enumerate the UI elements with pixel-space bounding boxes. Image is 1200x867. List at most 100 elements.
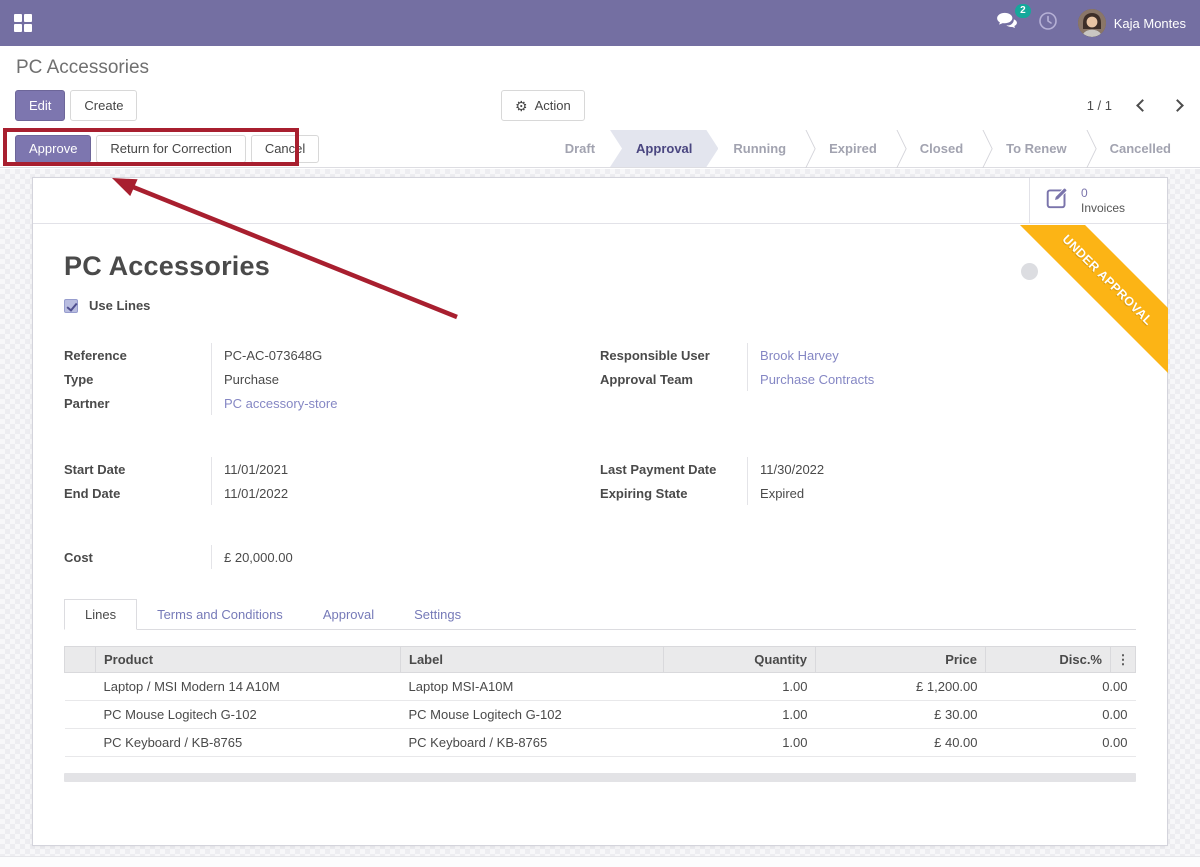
- field-label: End Date: [64, 481, 211, 505]
- field-label: Responsible User: [600, 343, 747, 367]
- cancel-button[interactable]: Cancel: [251, 135, 319, 163]
- use-lines-label: Use Lines: [89, 298, 150, 313]
- status-step-closed[interactable]: Closed: [905, 130, 978, 167]
- cell-price: £ 30.00: [816, 701, 986, 729]
- field-label: Expiring State: [600, 481, 747, 505]
- responsible-user-link[interactable]: Brook Harvey: [747, 343, 1136, 367]
- cell-price: £ 40.00: [816, 729, 986, 757]
- field-end-date: End Date 11/01/2022: [64, 481, 568, 505]
- cell-quantity: 1.00: [664, 701, 816, 729]
- row-handle: [65, 701, 96, 729]
- column-header-product[interactable]: Product: [96, 647, 401, 673]
- status-step-to-renew[interactable]: To Renew: [991, 130, 1081, 167]
- row-handle-header: [65, 647, 96, 673]
- field-label: Approval Team: [600, 367, 747, 391]
- field-group-right: Responsible User Brook Harvey Approval T…: [600, 343, 1136, 415]
- cell-price: £ 1,200.00: [816, 673, 986, 701]
- column-header-disc[interactable]: Disc.%: [986, 647, 1111, 673]
- chat-bubbles-icon: [996, 17, 1018, 34]
- cell-product: PC Keyboard / KB-8765: [96, 729, 401, 757]
- table-header-row: Product Label Quantity Price Disc.% ⋮: [65, 647, 1136, 673]
- row-handle: [65, 729, 96, 757]
- invoices-label: Invoices: [1081, 201, 1125, 216]
- cell-label: PC Mouse Logitech G-102: [401, 701, 664, 729]
- return-for-correction-button[interactable]: Return for Correction: [96, 135, 245, 163]
- cell-disc: 0.00: [986, 701, 1136, 729]
- page-background: 0 Invoices UNDER APPROVAL PC Accessories…: [0, 169, 1200, 867]
- gear-icon: ⚙: [515, 99, 528, 113]
- table-row[interactable]: PC Keyboard / KB-8765 PC Keyboard / KB-8…: [65, 729, 1136, 757]
- cell-disc: 0.00: [986, 729, 1136, 757]
- cell-product: PC Mouse Logitech G-102: [96, 701, 401, 729]
- cell-label: Laptop MSI-A10M: [401, 673, 664, 701]
- tab-approval[interactable]: Approval: [303, 599, 394, 629]
- field-value: 11/01/2021: [211, 457, 568, 481]
- create-button[interactable]: Create: [70, 90, 137, 121]
- field-value: 11/01/2022: [211, 481, 568, 505]
- topbar: 2 Kaja Montes: [0, 0, 1200, 46]
- column-header-label[interactable]: Label: [401, 647, 664, 673]
- field-cost: Cost £ 20,000.00: [64, 545, 569, 569]
- table-row[interactable]: PC Mouse Logitech G-102 PC Mouse Logitec…: [65, 701, 1136, 729]
- column-header-quantity[interactable]: Quantity: [664, 647, 816, 673]
- field-group-dates-right: Last Payment Date 11/30/2022 Expiring St…: [600, 457, 1136, 505]
- status-step-cancelled[interactable]: Cancelled: [1095, 130, 1186, 167]
- activities-menu[interactable]: [1038, 11, 1058, 36]
- field-last-payment-date: Last Payment Date 11/30/2022: [600, 457, 1136, 481]
- edit-button[interactable]: Edit: [15, 90, 65, 121]
- user-menu[interactable]: Kaja Montes: [1078, 9, 1186, 37]
- field-label: Start Date: [64, 457, 211, 481]
- field-reference: Reference PC-AC-073648G: [64, 343, 568, 367]
- messages-menu[interactable]: 2: [996, 12, 1018, 35]
- status-step-draft[interactable]: Draft: [550, 130, 610, 167]
- clock-icon: [1038, 11, 1058, 36]
- notebook-tabs: Lines Terms and Conditions Approval Sett…: [64, 599, 1136, 630]
- row-handle: [65, 673, 96, 701]
- cell-product: Laptop / MSI Modern 14 A10M: [96, 673, 401, 701]
- field-label: Cost: [64, 545, 211, 569]
- field-value: 11/30/2022: [747, 457, 1136, 481]
- field-label: Reference: [64, 343, 211, 367]
- partner-link[interactable]: PC accessory-store: [211, 391, 568, 415]
- invoices-smart-button[interactable]: 0 Invoices: [1029, 178, 1167, 223]
- step-separator-icon: [801, 130, 814, 167]
- form-sheet: 0 Invoices UNDER APPROVAL PC Accessories…: [32, 177, 1168, 846]
- record-title: PC Accessories: [64, 251, 1136, 282]
- edit-document-icon: [1045, 185, 1071, 216]
- field-group-cost: Cost £ 20,000.00: [64, 545, 569, 569]
- statusbar: Approve Return for Correction Cancel Dra…: [0, 130, 1200, 168]
- messages-badge: 2: [1015, 4, 1031, 18]
- chatter-top-edge: [0, 856, 1200, 867]
- cell-label: PC Keyboard / KB-8765: [401, 729, 664, 757]
- pager-next-icon[interactable]: [1171, 99, 1184, 112]
- pager-previous-icon[interactable]: [1136, 99, 1149, 112]
- column-header-price[interactable]: Price: [816, 647, 986, 673]
- table-row[interactable]: Laptop / MSI Modern 14 A10M Laptop MSI-A…: [65, 673, 1136, 701]
- field-value: PC-AC-073648G: [211, 343, 568, 367]
- table-scrollbar-strip[interactable]: [64, 773, 1136, 782]
- use-lines-checkbox[interactable]: [64, 299, 78, 313]
- tab-settings[interactable]: Settings: [394, 599, 481, 629]
- field-value: Expired: [747, 481, 1136, 505]
- breadcrumb[interactable]: PC Accessories: [16, 57, 149, 79]
- action-button[interactable]: ⚙ Action: [501, 90, 585, 121]
- cell-disc: 0.00: [986, 673, 1136, 701]
- status-step-approval[interactable]: Approval: [610, 130, 718, 167]
- user-avatar: [1078, 9, 1106, 37]
- step-separator-icon: [978, 130, 991, 167]
- approval-team-link[interactable]: Purchase Contracts: [747, 367, 1136, 391]
- approve-button[interactable]: Approve: [15, 135, 91, 163]
- cell-quantity: 1.00: [664, 729, 816, 757]
- status-step-expired[interactable]: Expired: [814, 130, 892, 167]
- lines-table: Product Label Quantity Price Disc.% ⋮ La…: [64, 646, 1136, 757]
- tab-lines[interactable]: Lines: [64, 599, 137, 630]
- field-type: Type Purchase: [64, 367, 568, 391]
- status-pipeline: Draft Approval Running Expired Closed To…: [550, 130, 1186, 167]
- app-window: 2 Kaja Montes PC Accessories Edit Create…: [0, 0, 1200, 867]
- status-step-running[interactable]: Running: [718, 130, 801, 167]
- optional-columns-icon[interactable]: ⋮: [1111, 647, 1136, 673]
- field-approval-team: Approval Team Purchase Contracts: [600, 367, 1136, 391]
- field-value: £ 20,000.00: [211, 545, 569, 569]
- tab-terms-and-conditions[interactable]: Terms and Conditions: [137, 599, 303, 629]
- apps-menu-icon[interactable]: [14, 14, 32, 32]
